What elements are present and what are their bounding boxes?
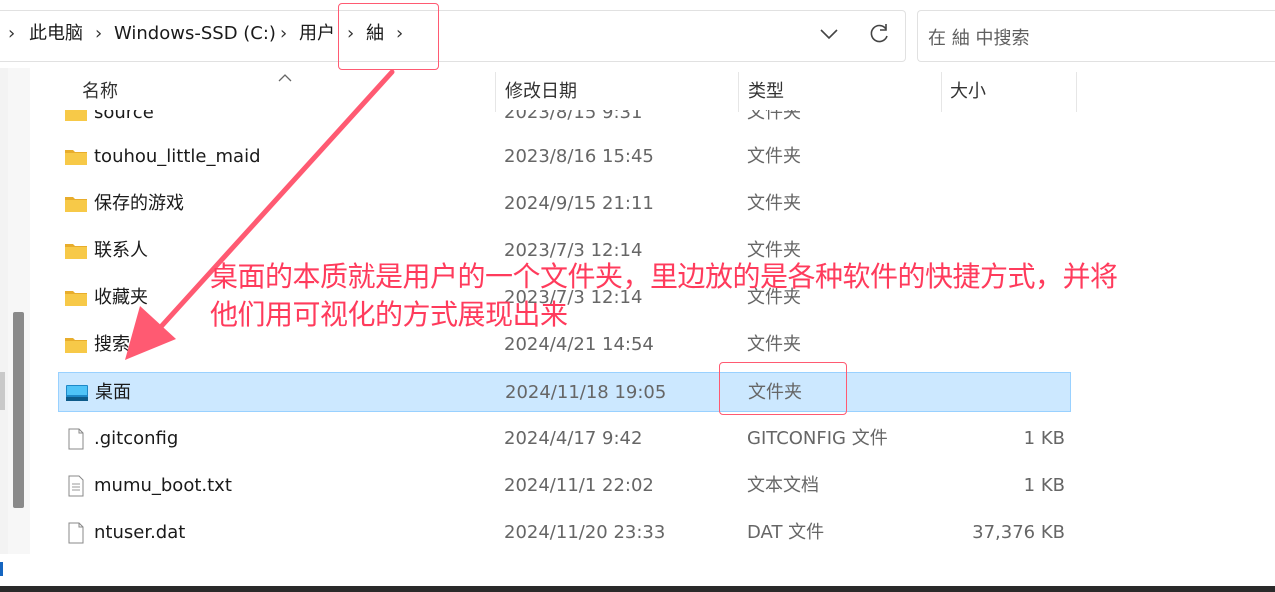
file-name: touhou_little_maid <box>94 146 261 167</box>
chevron-down-icon[interactable] <box>816 20 842 48</box>
chevron-right-icon[interactable]: › <box>95 22 102 46</box>
taskbar-edge <box>0 586 1275 592</box>
file-modified-date: 2024/4/21 14:54 <box>504 334 654 355</box>
file-size: 1 KB <box>1023 428 1065 449</box>
file-name: 搜索 <box>94 334 130 355</box>
highlight-box-type <box>719 362 847 415</box>
folder-icon <box>64 240 88 262</box>
annotation-text: 桌面的本质就是用户的一个文件夹，里边放的是各种软件的快捷方式，并将 他们用可视化… <box>210 258 1250 334</box>
breadcrumb-users[interactable]: 用户 <box>299 22 335 46</box>
file-row[interactable]: mumu_boot.txt 2024/11/1 22:02 文本文档 1 KB <box>58 466 1071 506</box>
navigation-pane-edge <box>0 68 8 554</box>
file-type: 文件夹 <box>747 193 801 214</box>
file-type: 文件夹 <box>747 146 801 167</box>
file-name: 联系人 <box>94 240 148 261</box>
file-name: source <box>94 110 154 123</box>
column-header-name[interactable]: 名称 <box>82 80 118 104</box>
file-row[interactable]: ntuser.dat 2024/11/20 23:33 DAT 文件 37,376 K… <box>58 513 1071 553</box>
pane-resize-handle[interactable] <box>0 372 5 410</box>
file-type: 文件夹 <box>747 334 801 355</box>
file-name: 保存的游戏 <box>94 193 184 214</box>
chevron-right-icon[interactable]: › <box>8 22 15 46</box>
folder-icon <box>64 110 88 124</box>
sort-ascending-icon <box>278 68 292 82</box>
status-indicator <box>0 562 3 576</box>
column-header-type[interactable]: 类型 <box>748 80 784 104</box>
file-name: mumu_boot.txt <box>94 475 232 496</box>
column-divider[interactable] <box>495 72 496 112</box>
status-bar <box>0 554 1275 586</box>
breadcrumb-this-pc[interactable]: 此电脑 <box>29 22 83 46</box>
refresh-icon[interactable] <box>866 20 892 48</box>
search-placeholder: 在 紬 中搜索 <box>928 28 1030 49</box>
file-name: ntuser.dat <box>94 522 186 543</box>
file-name: 桌面 <box>95 382 131 403</box>
file-name: .gitconfig <box>94 428 179 449</box>
text-file-icon <box>64 475 88 497</box>
annotation-line-1: 桌面的本质就是用户的一个文件夹，里边放的是各种软件的快捷方式，并将 <box>210 260 1118 293</box>
file-modified-date: 2023/8/16 15:45 <box>504 146 654 167</box>
file-modified-date: 2023/8/15 9:31 <box>504 110 643 123</box>
column-divider[interactable] <box>941 72 942 112</box>
column-header-row: 名称 修改日期 类型 大小 <box>58 72 1078 112</box>
annotation-line-2: 他们用可视化的方式展现出来 <box>210 298 568 331</box>
file-type: DAT 文件 <box>747 522 825 543</box>
file-modified-date: 2024/11/20 23:33 <box>504 522 666 543</box>
column-divider[interactable] <box>738 72 739 112</box>
file-modified-date: 2024/11/18 19:05 <box>505 382 667 403</box>
search-input[interactable]: 在 紬 中搜索 <box>917 10 1275 62</box>
breadcrumb-drive[interactable]: Windows-SSD (C:) <box>114 22 276 46</box>
column-header-size[interactable]: 大小 <box>950 80 986 104</box>
file-row[interactable]: 桌面 2024/11/18 19:05 文件夹 <box>58 372 1071 412</box>
folder-icon <box>64 193 88 215</box>
file-type: GITCONFIG 文件 <box>747 428 888 449</box>
file-row[interactable]: .gitconfig 2024/4/17 9:42 GITCONFIG 文件 1 KB <box>58 419 1071 459</box>
folder-icon <box>64 287 88 309</box>
folder-icon <box>64 334 88 356</box>
column-divider[interactable] <box>1076 72 1077 112</box>
file-modified-date: 2024/11/1 22:02 <box>504 475 654 496</box>
file-type: 文件夹 <box>747 110 801 123</box>
column-header-date[interactable]: 修改日期 <box>505 80 577 104</box>
file-modified-date: 2024/9/15 21:11 <box>504 193 654 214</box>
file-type: 文本文档 <box>747 475 819 496</box>
file-modified-date: 2024/4/17 9:42 <box>504 428 643 449</box>
address-row: › 此电脑 › Windows-SSD (C:) › 用户 › 紬 › 在 紬 … <box>0 0 1275 68</box>
file-size: 1 KB <box>1023 475 1065 496</box>
chevron-right-icon[interactable]: › <box>280 22 287 46</box>
desktop-folder-icon <box>65 382 89 404</box>
file-row[interactable]: 保存的游戏 2024/9/15 21:11 文件夹 <box>58 184 1071 224</box>
file-row[interactable]: source 2023/8/15 9:31 文件夹 <box>58 110 1071 133</box>
file-icon <box>64 522 88 544</box>
file-icon <box>64 428 88 450</box>
file-size: 37,376 KB <box>972 522 1065 543</box>
file-name: 收藏夹 <box>94 287 148 308</box>
file-row[interactable]: touhou_little_maid 2023/8/16 15:45 文件夹 <box>58 137 1071 177</box>
highlight-box-folder-name <box>338 3 439 70</box>
folder-icon <box>64 146 88 168</box>
scrollbar-thumb[interactable] <box>13 312 24 508</box>
